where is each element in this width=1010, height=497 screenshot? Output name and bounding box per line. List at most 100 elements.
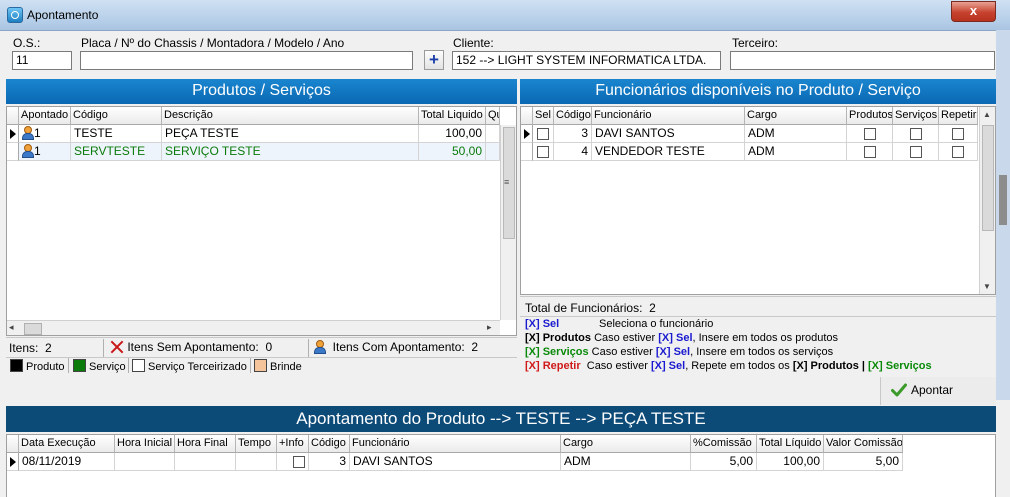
close-button[interactable]: x	[951, 1, 996, 22]
repetir-cell[interactable]	[939, 143, 978, 161]
table-cell-info[interactable]	[277, 453, 309, 471]
col-apontado[interactable]: Apontado	[19, 107, 71, 125]
produtos-checkbox[interactable]	[863, 145, 876, 158]
scroll-up-icon[interactable]: ▲	[983, 110, 991, 119]
table-cell-hora-final[interactable]	[175, 453, 236, 471]
produtos-cell[interactable]	[847, 143, 893, 161]
table-cell-tempo[interactable]	[236, 453, 277, 471]
row-indicator[interactable]	[521, 125, 533, 143]
table-cell-apontado[interactable]: 1	[19, 125, 71, 143]
com-label: Itens Com Apontamento:	[332, 340, 465, 354]
servicos-cell[interactable]	[893, 125, 939, 143]
row-indicator[interactable]	[7, 125, 19, 143]
row-indicator[interactable]	[521, 143, 533, 161]
repetir-checkbox[interactable]	[952, 127, 964, 140]
help-sel: [X] Sel	[525, 318, 559, 330]
table-cell-total[interactable]: 100,00	[419, 125, 486, 143]
placa-field[interactable]	[80, 51, 413, 70]
col-codigo[interactable]: Código	[309, 435, 350, 453]
row-indicator[interactable]	[7, 453, 19, 471]
table-cell-cargo[interactable]: ADM	[745, 143, 847, 161]
table-cell-descricao[interactable]: SERVIÇO TESTE	[162, 143, 419, 161]
col-info[interactable]: +Info	[277, 435, 309, 453]
col-sel[interactable]: Sel	[533, 107, 554, 125]
col-total-liquido[interactable]: Total Liquido	[419, 107, 486, 125]
table-cell-cargo[interactable]: ADM	[561, 453, 691, 471]
table-cell-codigo[interactable]: TESTE	[71, 125, 162, 143]
scroll-right-icon[interactable]: ▸	[487, 322, 492, 333]
sel-cell[interactable]	[533, 125, 554, 143]
table-cell-funcionario[interactable]: DAVI SANTOS	[350, 453, 561, 471]
col-valor-comissao[interactable]: Valor Comissão	[824, 435, 903, 453]
table-cell-funcionario[interactable]: DAVI SANTOS	[592, 125, 745, 143]
col-comissao-pct[interactable]: %Comissão	[691, 435, 757, 453]
col-servicos[interactable]: Serviços	[893, 107, 939, 125]
table-cell-data[interactable]: 08/11/2019	[19, 453, 115, 471]
col-hora-inicial[interactable]: Hora Inicial	[115, 435, 175, 453]
legend-label: Brinde	[270, 361, 302, 373]
table-cell-apontado[interactable]: 1	[19, 143, 71, 161]
vscroll-thumb[interactable]	[982, 125, 994, 231]
col-descricao[interactable]: Descrição	[162, 107, 419, 125]
col-cargo[interactable]: Cargo	[561, 435, 691, 453]
table-cell-codigo[interactable]: 3	[554, 125, 592, 143]
funcionarios-vscrollbar[interactable]: ▲ ▼	[979, 107, 995, 294]
legend-label: Serviço Terceirizado	[148, 361, 247, 373]
add-cliente-button[interactable]: +	[424, 50, 444, 70]
table-cell-funcionario[interactable]: VENDEDOR TESTE	[592, 143, 745, 161]
produtos-checkbox[interactable]	[863, 127, 876, 140]
col-cargo[interactable]: Cargo	[745, 107, 847, 125]
table-cell-codigo[interactable]: SERVTESTE	[71, 143, 162, 161]
table-cell-total[interactable]: 50,00	[419, 143, 486, 161]
scroll-down-icon[interactable]: ▼	[983, 282, 991, 291]
apontar-button[interactable]: Apontar	[880, 377, 996, 405]
produtos-vscrollbar[interactable]: ≡	[500, 125, 516, 320]
col-total-liquido[interactable]: Total Líquido	[757, 435, 824, 453]
table-cell-total-liquido[interactable]: 100,00	[757, 453, 824, 471]
table-cell-descricao[interactable]: PEÇA TESTE	[162, 125, 419, 143]
terceiro-field[interactable]	[730, 51, 995, 70]
hscroll-thumb[interactable]	[24, 323, 42, 335]
col-data-execucao[interactable]: Data Execução	[19, 435, 115, 453]
sel-cell[interactable]	[533, 143, 554, 161]
col-repetir[interactable]: Repetir	[939, 107, 978, 125]
produtos-hscrollbar[interactable]: ◂ ▸	[7, 320, 500, 335]
servicos-cell[interactable]	[893, 143, 939, 161]
table-cell-codigo[interactable]: 3	[309, 453, 350, 471]
col-quantidade[interactable]: Qu	[486, 107, 500, 125]
sel-checkbox[interactable]	[537, 127, 549, 140]
help-sel-desc: Seleciona o funcionário	[599, 318, 714, 330]
row-indicator[interactable]	[7, 143, 19, 161]
row-indicator-header	[7, 435, 19, 453]
col-tempo[interactable]: Tempo	[236, 435, 277, 453]
info-checkbox[interactable]	[293, 455, 305, 468]
repetir-checkbox[interactable]	[952, 145, 964, 158]
table-cell-valor-comissao[interactable]: 5,00	[824, 453, 903, 471]
col-codigo[interactable]: Código	[554, 107, 592, 125]
table-cell-cargo[interactable]: ADM	[745, 125, 847, 143]
produtos-cell[interactable]	[847, 125, 893, 143]
scroll-left-icon[interactable]: ◂	[9, 322, 14, 333]
table-cell-comissao-pct[interactable]: 5,00	[691, 453, 757, 471]
current-row-arrow-icon	[524, 129, 530, 139]
table-cell-codigo[interactable]: 4	[554, 143, 592, 161]
row-indicator-header	[7, 107, 19, 125]
col-funcionario[interactable]: Funcionário	[592, 107, 745, 125]
table-cell-qtd[interactable]	[486, 125, 500, 143]
col-funcionario[interactable]: Funcionário	[350, 435, 561, 453]
table-cell-hora-inicial[interactable]	[115, 453, 175, 471]
repetir-cell[interactable]	[939, 125, 978, 143]
cliente-field[interactable]: 152 --> LIGHT SYSTEM INFORMATICA LTDA.	[452, 51, 721, 70]
sel-checkbox[interactable]	[537, 145, 549, 158]
col-hora-final[interactable]: Hora Final	[175, 435, 236, 453]
col-produtos[interactable]: Produtos	[847, 107, 893, 125]
col-codigo[interactable]: Código	[71, 107, 162, 125]
legend-servico: Serviço	[73, 359, 126, 373]
apontado-count: 1	[34, 126, 41, 140]
servicos-checkbox[interactable]	[909, 127, 922, 140]
os-field[interactable]: 11	[12, 51, 72, 70]
divider	[308, 339, 309, 357]
servicos-checkbox[interactable]	[909, 145, 922, 158]
table-cell-qtd[interactable]	[486, 143, 500, 161]
help-text: Caso estiver	[586, 360, 648, 372]
